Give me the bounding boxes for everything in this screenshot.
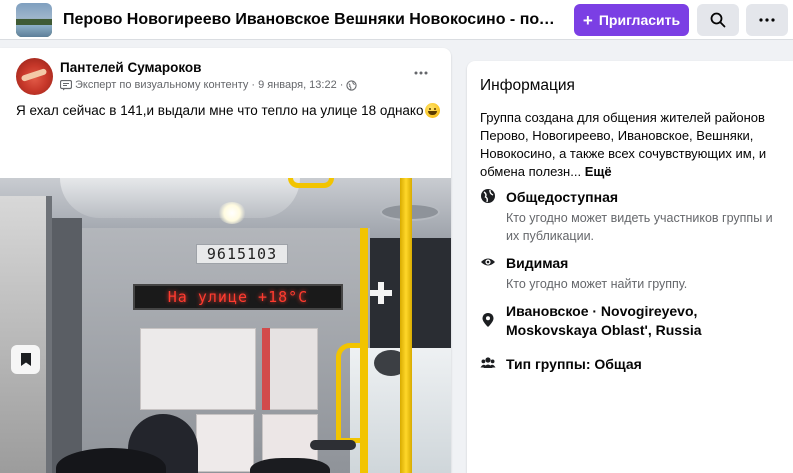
ceiling-light <box>218 202 246 224</box>
privacy-subtitle: Кто угодно может видеть участников групп… <box>506 211 773 243</box>
eye-icon <box>481 258 495 266</box>
group-header: Перово Новогиреево Ивановское Вешняки Но… <box>0 0 793 40</box>
meta-separator-2: · <box>339 79 344 91</box>
post-text: Я ехал сейчас в 141,и выдали мне что теп… <box>16 103 441 118</box>
invite-button[interactable]: + Пригласить <box>574 4 689 36</box>
yellow-rail <box>336 343 366 443</box>
seat-handle <box>310 440 356 450</box>
see-more-link[interactable]: Ещё <box>585 164 612 179</box>
search-icon <box>710 12 726 28</box>
post-card: Пантелей Сумароков Эксперт по визуальном… <box>0 48 451 473</box>
group-description-text: Группа создана для общения жителей район… <box>480 110 767 179</box>
location-title[interactable]: Ивановское · Novogireyevo, Moskovskaya O… <box>506 302 756 340</box>
led-sign: На улице +18°C <box>133 284 343 310</box>
grinning-emoji-icon <box>425 103 441 118</box>
notice-poster <box>196 414 254 472</box>
poster-stripe <box>262 328 270 410</box>
info-heading: Информация <box>480 77 575 94</box>
post-date[interactable]: 9 января, 13:22 <box>258 79 337 91</box>
visibility-row: Видимая Кто угодно может найти группу. <box>480 254 785 294</box>
visibility-title: Видимая <box>506 255 569 271</box>
location-pin-icon <box>482 313 494 327</box>
author-badge[interactable]: Эксперт по визуальному контенту <box>75 79 248 91</box>
more-horizontal-icon <box>759 18 775 22</box>
first-aid-cross-icon <box>370 282 392 304</box>
meta-separator: · <box>251 79 256 91</box>
left-pillar <box>52 218 82 473</box>
group-info-card: Информация Группа создана для общения жи… <box>467 61 793 473</box>
author-avatar[interactable] <box>16 58 53 95</box>
post-photo[interactable]: 9615103 На улице +18°C <box>0 178 451 473</box>
ceiling-panel <box>60 178 300 218</box>
bus-number-plate: 9615103 <box>196 244 288 264</box>
privacy-row: Общедоступная Кто угодно может видеть уч… <box>480 188 785 243</box>
grab-handle <box>288 178 334 188</box>
more-horizontal-icon <box>414 71 428 75</box>
post-text-content: Я ехал сейчас в 141,и выдали мне что теп… <box>16 103 424 118</box>
save-post-button[interactable] <box>11 345 40 374</box>
badge-icon <box>60 79 72 90</box>
group-description: Группа создана для общения жителей район… <box>480 109 780 181</box>
search-button[interactable] <box>697 4 739 36</box>
globe-icon <box>346 79 358 91</box>
post-menu-button[interactable] <box>408 62 434 84</box>
more-options-button[interactable] <box>746 4 788 36</box>
group-type-row: Тип группы: Общая <box>480 355 785 379</box>
yellow-pole <box>400 178 412 473</box>
group-type-title: Тип группы: Общая <box>506 356 642 372</box>
seat-back <box>250 458 330 473</box>
post-meta: Эксперт по визуальному контенту · 9 янва… <box>60 79 358 91</box>
invite-button-label: Пригласить <box>598 12 681 28</box>
plus-icon: + <box>582 10 593 30</box>
location-row: Ивановское · Novogireyevo, Moskovskaya O… <box>480 302 785 342</box>
privacy-title: Общедоступная <box>506 189 619 205</box>
group-members-icon <box>480 357 496 368</box>
notice-poster <box>262 328 318 410</box>
left-window <box>0 196 52 473</box>
visibility-subtitle: Кто угодно может найти группу. <box>506 277 688 291</box>
group-cover-thumbnail[interactable] <box>16 3 52 37</box>
bookmark-icon <box>20 353 31 366</box>
group-title[interactable]: Перово Новогиреево Ивановское Вешняки Но… <box>63 11 558 29</box>
notice-poster <box>140 328 256 410</box>
author-name[interactable]: Пантелей Сумароков <box>60 60 201 75</box>
globe-icon <box>481 189 495 203</box>
